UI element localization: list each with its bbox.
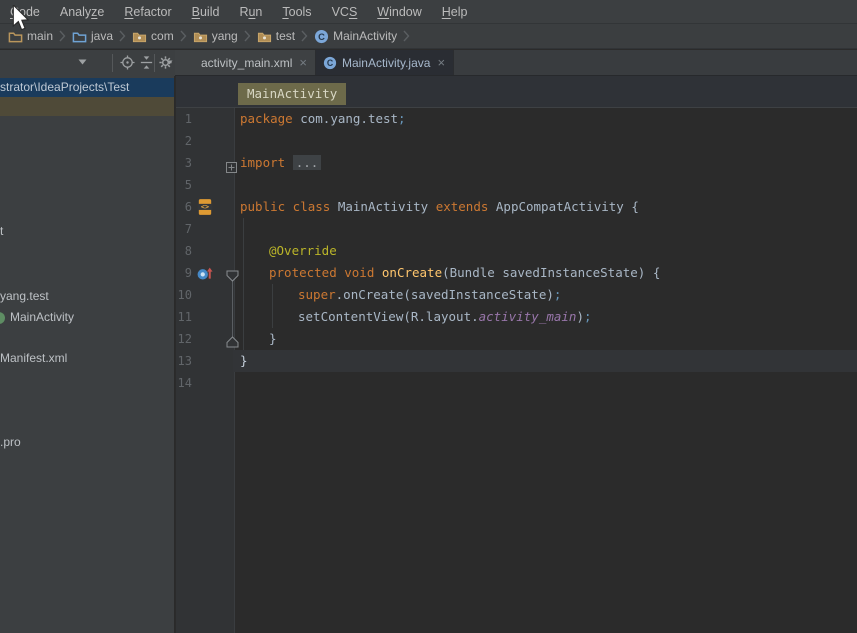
code-line-10[interactable]: 10 super.onCreate(savedInstanceState); <box>176 284 857 306</box>
close-tab-icon[interactable]: × <box>436 56 446 69</box>
locate-target-icon[interactable] <box>120 55 135 70</box>
project-panel-toolbar <box>0 50 175 76</box>
line-number: 5 <box>176 174 192 196</box>
menu-item-refactor[interactable]: Refactor <box>114 2 181 22</box>
line-number: 12 <box>176 328 192 350</box>
code-line-11[interactable]: 11 setContentView(R.layout.activity_main)… <box>176 306 857 328</box>
menu-item-run[interactable]: Run <box>229 2 272 22</box>
line-number: 2 <box>176 130 192 152</box>
fold-marker-plus-icon[interactable] <box>226 158 239 170</box>
tree-row-proguard[interactable]: .pro <box>0 433 175 452</box>
toolbar-separator <box>154 54 155 72</box>
menu-item-build[interactable]: Build <box>182 2 230 22</box>
code-line-1[interactable]: 1 package com.yang.test; <box>176 108 857 130</box>
code-line-2[interactable]: 2 <box>176 130 857 152</box>
ide-window: C <> CodeAnalyzeRefactorBuildRunToolsVCS… <box>0 0 857 633</box>
code-text: setContentView(R.layout.activity_main); <box>240 306 592 328</box>
menu-item-help[interactable]: Help <box>432 2 478 22</box>
code-line-14[interactable]: 14 <box>176 372 857 394</box>
toolbar-separator <box>112 54 113 72</box>
menu-bar: CodeAnalyzeRefactorBuildRunToolsVCSWindo… <box>0 0 857 24</box>
chevron-right-icon <box>59 30 66 42</box>
tree-row-project-root[interactable]: strator\IdeaProjects\Test <box>0 78 175 97</box>
project-tool-window: strator\IdeaProjects\Test t yang.test Ma… <box>0 76 175 633</box>
line-number: 14 <box>176 372 192 394</box>
breadcrumb-item-yang[interactable]: yang <box>193 29 238 44</box>
override-method-gutter-icon[interactable] <box>196 264 214 282</box>
package-folder-icon <box>132 29 147 44</box>
editor-tab-activity_main-xml[interactable]: activity_main.xml× <box>175 50 316 75</box>
code-text: super.onCreate(savedInstanceState); <box>240 284 561 306</box>
package-folder-icon <box>257 29 272 44</box>
code-line-7[interactable]: 7 <box>176 218 857 240</box>
chevron-right-icon <box>403 30 410 42</box>
code-text: } <box>240 328 277 350</box>
menu-item-vcs[interactable]: VCS <box>322 2 368 22</box>
menu-item-analyze[interactable]: Analyze <box>50 2 114 22</box>
code-line-12[interactable]: 12} <box>176 328 857 350</box>
line-number: 8 <box>176 240 192 262</box>
package-folder-icon <box>193 29 208 44</box>
editor-tab-mainactivity-java[interactable]: MainActivity.java× <box>316 50 454 75</box>
breadcrumb-item-com[interactable]: com <box>132 29 174 44</box>
code-line-8[interactable]: 8 @Override <box>176 240 857 262</box>
menu-item-code[interactable]: Code <box>0 2 50 22</box>
header-row: activity_main.xml×MainActivity.java× <box>0 50 857 76</box>
view-selector-caret-icon[interactable] <box>78 59 87 65</box>
java-class-icon <box>314 29 329 44</box>
menu-item-window[interactable]: Window <box>367 2 431 22</box>
line-number: 1 <box>176 108 192 130</box>
tree-row-mainactivity[interactable]: MainActivity <box>0 308 175 327</box>
tree-row-highlighted[interactable] <box>0 97 175 116</box>
java-class-icon <box>323 56 337 70</box>
folder-java-icon <box>72 29 87 44</box>
line-number: 10 <box>176 284 192 306</box>
breadcrumb-class-chip[interactable]: MainActivity <box>238 83 346 105</box>
code-text: } <box>240 350 248 372</box>
line-number: 13 <box>176 350 192 372</box>
breadcrumb-item-java[interactable]: java <box>72 29 113 44</box>
tree-row[interactable]: t <box>0 222 175 241</box>
code-line-3[interactable]: 3 import ... <box>176 152 857 174</box>
editor-pane[interactable]: MainActivity 1 package com.yang.test; 23 im… <box>176 76 857 633</box>
code-text: public class MainActivity extends AppCom… <box>240 196 639 218</box>
chevron-right-icon <box>119 30 126 42</box>
breadcrumb-item-test[interactable]: test <box>257 29 295 44</box>
chevron-right-icon <box>244 30 251 42</box>
line-number: 11 <box>176 306 192 328</box>
code-line-5[interactable]: 5 <box>176 174 857 196</box>
code-line-9[interactable]: 9 protected void onCreate(Bundle savedIns… <box>176 262 857 284</box>
tree-row-package[interactable]: yang.test <box>0 287 175 306</box>
line-number: 3 <box>176 152 192 174</box>
code-line-13[interactable]: 13} <box>176 350 857 372</box>
code-text: package com.yang.test; <box>240 108 406 130</box>
menu-item-tools[interactable]: Tools <box>272 2 321 22</box>
editor-tab-strip: activity_main.xml×MainActivity.java× <box>175 50 857 76</box>
line-number: 9 <box>176 262 192 284</box>
code-line-6[interactable]: 6 public class MainActivity extends AppCo… <box>176 196 857 218</box>
chevron-right-icon <box>180 30 187 42</box>
line-number: 7 <box>176 218 192 240</box>
folder-main-icon <box>8 29 23 44</box>
android-xml-file-icon <box>182 56 196 70</box>
breadcrumb-item-main[interactable]: main <box>8 29 53 44</box>
fold-marker-start-icon[interactable] <box>226 267 239 279</box>
navigation-bar: main java com yang test MainActivity <box>0 24 857 49</box>
tree-row-manifest[interactable]: Manifest.xml <box>0 349 175 368</box>
code-text: protected void onCreate(Bundle savedInst… <box>240 262 660 284</box>
code-text: @Override <box>240 240 337 262</box>
collapse-all-icon[interactable] <box>139 55 154 70</box>
fold-marker-end-icon[interactable] <box>226 333 239 345</box>
chevron-right-icon <box>301 30 308 42</box>
breadcrumb-item-mainactivity[interactable]: MainActivity <box>314 29 397 44</box>
close-tab-icon[interactable]: × <box>298 56 308 69</box>
code-text: import ... <box>240 152 321 174</box>
gear-caret-icon[interactable] <box>166 60 173 65</box>
editor-breadcrumb-strip: MainActivity <box>176 76 857 108</box>
android-file-gutter-icon[interactable] <box>196 198 214 216</box>
line-number: 6 <box>176 196 192 218</box>
